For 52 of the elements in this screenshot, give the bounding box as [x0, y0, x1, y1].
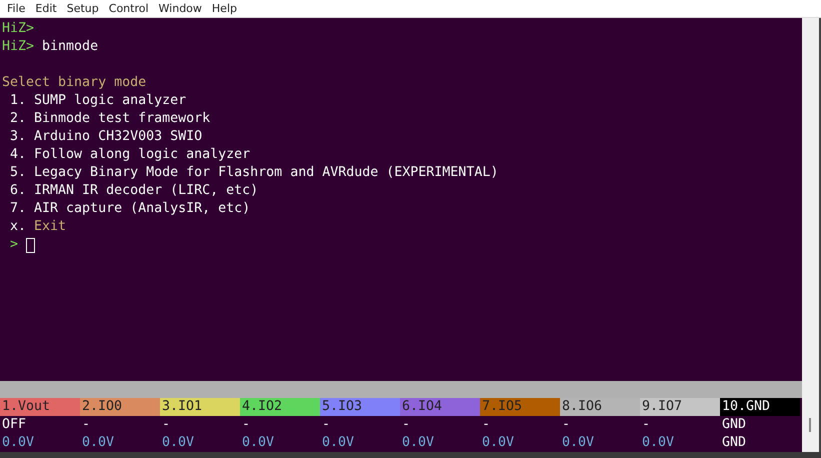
terminal-line: 5. Legacy Binary Mode for Flashrom and AVRdude (EXPERIMENTAL) [9, 164, 498, 182]
command-text: binmode [42, 38, 98, 56]
menu-item[interactable]: Window [154, 2, 207, 15]
pin-label: 2.IO0 [80, 398, 160, 416]
scrollbar-thumb[interactable] [809, 418, 811, 432]
pin-state: - [561, 416, 572, 434]
pin-state: - [81, 416, 92, 434]
terminal-line: 7. AIR capture (AnalysIR, etc) [9, 200, 250, 218]
pin-label: 10.GND [720, 398, 800, 416]
pin-voltage: 0.0V [241, 434, 276, 452]
pin-label: 3.IO1 [160, 398, 240, 416]
pin-voltage: 0.0V [1, 434, 36, 452]
prompt: HiZ> [2, 38, 34, 56]
pin-voltage: 0.0V [561, 434, 596, 452]
heading-text: Exit [34, 218, 66, 236]
pin-label: 6.IO4 [400, 398, 480, 416]
pin-state: - [481, 416, 492, 434]
terminal-line: 4. Follow along logic analyzer [9, 146, 250, 164]
pin-voltage: 0.0V [401, 434, 436, 452]
pin-label: 9.IO7 [640, 398, 720, 416]
terminal-line: 1. SUMP logic analyzer [9, 92, 186, 110]
pin-label: 8.IO6 [560, 398, 640, 416]
pin-voltage: 0.0V [81, 434, 116, 452]
menu-item[interactable]: File [2, 2, 30, 15]
prompt: > [9, 236, 18, 254]
pin-state: OFF [1, 416, 28, 434]
pin-state: - [161, 416, 172, 434]
pin-state: - [321, 416, 332, 434]
heading-text: Select binary mode [2, 74, 146, 92]
pin-voltage: 0.0V [481, 434, 516, 452]
pin-state: - [241, 416, 252, 434]
pin-label: 7.IO5 [480, 398, 560, 416]
menu-item[interactable]: Help [206, 2, 242, 15]
pin-label: 4.IO2 [240, 398, 320, 416]
pin-voltage: 0.0V [161, 434, 196, 452]
menu-item[interactable]: Setup [62, 2, 104, 15]
menu-item[interactable]: Edit [30, 2, 62, 15]
pin-voltage: 0.0V [641, 434, 676, 452]
prompt: HiZ> [2, 20, 34, 38]
terminal-line: 3. Arduino CH32V003 SWIO [9, 128, 202, 146]
pin-voltage: 0.0V [321, 434, 356, 452]
terminal-line: 6. IRMAN IR decoder (LIRC, etc) [9, 182, 258, 200]
pin-label: 5.IO3 [320, 398, 400, 416]
terminal-line: 2. Binmode test framework [9, 110, 210, 128]
scrollbar[interactable] [802, 18, 821, 452]
pin-voltage: GND [721, 434, 748, 452]
pin-state: GND [721, 416, 748, 434]
terminal-line: x. [9, 218, 26, 236]
pin-state: - [401, 416, 412, 434]
pin-state: - [641, 416, 652, 434]
menu-item[interactable]: Control [104, 2, 154, 15]
pin-label: 1.Vout [0, 398, 80, 416]
